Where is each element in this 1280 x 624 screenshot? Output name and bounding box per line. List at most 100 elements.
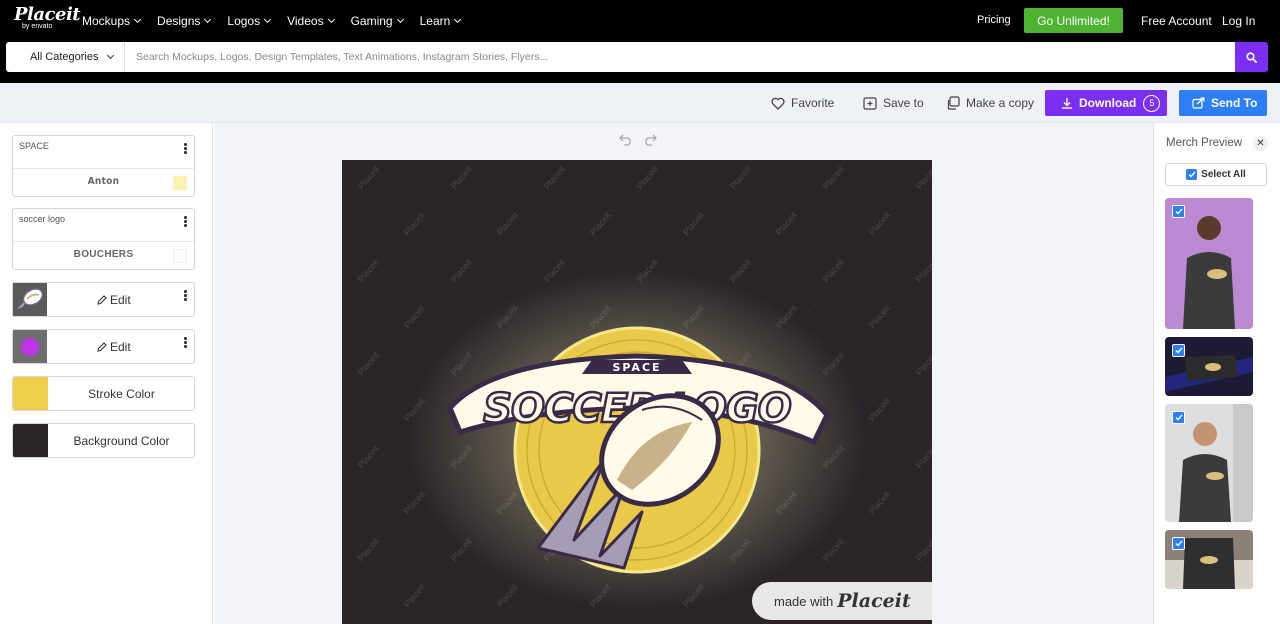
undo-icon[interactable] [619, 134, 633, 146]
share-icon [1192, 97, 1205, 109]
go-unlimited-button[interactable]: Go Unlimited! [1024, 8, 1123, 33]
save-to-label: Save to [883, 96, 924, 110]
nav-videos-label: Videos [287, 14, 324, 28]
search-bar: All Categories [0, 42, 1280, 83]
merch-preview-panel: Merch Preview ✕ Select All [1153, 123, 1280, 624]
background-color-swatch[interactable] [13, 424, 48, 457]
nav-videos[interactable]: Videos [287, 14, 335, 28]
more-options-icon[interactable] [184, 216, 187, 228]
canvas-area: Placeit Placeit SPACE SOCCER L [214, 123, 1153, 624]
design-artboard[interactable]: Placeit Placeit SPACE SOCCER L [342, 160, 932, 624]
text-layer-value: SPACE [19, 141, 49, 151]
category-select[interactable]: All Categories [6, 42, 125, 72]
merch-preview-item[interactable] [1165, 198, 1253, 329]
merch-preview-item[interactable] [1165, 530, 1253, 589]
close-icon[interactable]: ✕ [1253, 136, 1268, 151]
more-options-icon[interactable] [184, 143, 187, 155]
stroke-color-control[interactable]: Stroke Color [12, 376, 195, 411]
nav-designs[interactable]: Designs [157, 14, 212, 28]
search-icon [1246, 51, 1257, 63]
chevron-down-icon [264, 15, 272, 24]
merch-preview-title: Merch Preview [1166, 137, 1243, 149]
edit-label: Edit [110, 293, 131, 307]
pencil-icon [97, 342, 107, 352]
save-to-button[interactable]: Save to [863, 96, 924, 110]
chevron-down-icon [204, 15, 212, 24]
chevron-down-icon [396, 15, 404, 24]
search-input[interactable] [125, 42, 1235, 72]
nav-logos-label: Logos [227, 14, 261, 28]
more-options-icon[interactable] [184, 337, 187, 349]
heart-icon [771, 97, 785, 110]
merch-checkbox[interactable] [1172, 344, 1185, 357]
checkbox-icon [1186, 169, 1198, 180]
divider [13, 241, 194, 242]
favorite-button[interactable]: Favorite [771, 96, 834, 110]
send-to-button[interactable]: Send To [1179, 90, 1267, 116]
made-with-label: made with [774, 593, 834, 609]
font-selector[interactable]: BOUCHERS [13, 249, 194, 260]
select-all-label: Select All [1201, 169, 1246, 180]
text-color-swatch[interactable] [173, 176, 187, 190]
made-with-placeit-badge: made with Placeit [752, 582, 932, 620]
font-selector[interactable]: Anton [13, 176, 194, 187]
nav-learn[interactable]: Learn [419, 14, 462, 28]
search-button[interactable] [1235, 42, 1268, 72]
download-icon [1062, 98, 1072, 109]
text-color-swatch[interactable] [173, 249, 187, 263]
nav-mockups[interactable]: Mockups [82, 14, 142, 28]
text-layer-value: soccer logo [19, 214, 66, 224]
download-label: Download [1079, 96, 1137, 110]
image-layer-circle[interactable]: Edit [12, 329, 195, 364]
stroke-color-label: Stroke Color [88, 387, 155, 401]
placeit-logo[interactable]: Placeit by envato [14, 4, 81, 31]
circle-thumbnail [13, 330, 47, 363]
make-copy-button[interactable]: Make a copy [946, 96, 1034, 110]
edit-label: Edit [110, 340, 131, 354]
chevron-down-icon [327, 15, 335, 24]
merch-preview-item[interactable] [1165, 337, 1253, 396]
made-with-brand: Placeit [837, 590, 911, 612]
image-layer-ball[interactable]: Edit [12, 282, 195, 317]
redo-icon[interactable] [643, 134, 657, 146]
merch-preview-item[interactable] [1165, 404, 1253, 522]
edit-image-button[interactable]: Edit [97, 340, 131, 354]
copy-icon [947, 96, 960, 110]
edit-image-button[interactable]: Edit [97, 293, 131, 307]
logo-text: Placeit [14, 4, 81, 25]
free-account-link[interactable]: Free Account [1141, 14, 1212, 28]
editor-action-bar: Favorite Save to Make a copy Download 5 … [0, 83, 1280, 123]
nav-logos[interactable]: Logos [227, 14, 272, 28]
make-copy-label: Make a copy [966, 96, 1035, 110]
select-all-checkbox[interactable]: Select All [1165, 163, 1267, 186]
download-count-badge: 5 [1143, 94, 1161, 112]
nav-gaming-label: Gaming [350, 14, 393, 28]
main-menu: Mockups Designs Logos Videos Gaming Lear… [82, 0, 477, 42]
space-text: SPACE [612, 361, 661, 374]
pricing-link[interactable]: Pricing [977, 14, 1011, 26]
chevron-down-icon [107, 51, 115, 60]
stroke-color-swatch[interactable] [13, 377, 48, 410]
top-nav: Placeit by envato Mockups Designs Logos … [0, 0, 1280, 42]
pencil-icon [97, 295, 107, 305]
text-layer-soccer-logo[interactable]: soccer logo BOUCHERS [12, 208, 195, 270]
download-button[interactable]: Download 5 [1045, 90, 1167, 116]
more-options-icon[interactable] [184, 290, 187, 302]
merch-checkbox[interactable] [1172, 205, 1185, 218]
nav-designs-label: Designs [157, 14, 201, 28]
category-select-label: All Categories [30, 51, 99, 63]
background-color-label: Background Color [73, 434, 170, 448]
nav-learn-label: Learn [419, 14, 451, 28]
nav-gaming[interactable]: Gaming [350, 14, 404, 28]
text-layer-space[interactable]: SPACE Anton [12, 135, 195, 197]
logo-design: Placeit Placeit SPACE SOCCER L [342, 160, 932, 624]
layers-panel: SPACE Anton soccer logo BOUCHERS Edit Ed… [0, 123, 213, 624]
merch-checkbox[interactable] [1172, 411, 1185, 424]
login-link[interactable]: Log In [1222, 14, 1255, 28]
chevron-down-icon [133, 15, 142, 24]
favorite-label: Favorite [791, 96, 835, 110]
merch-checkbox[interactable] [1172, 537, 1185, 550]
send-to-label: Send To [1211, 96, 1258, 110]
divider [13, 168, 194, 169]
background-color-control[interactable]: Background Color [12, 423, 195, 458]
